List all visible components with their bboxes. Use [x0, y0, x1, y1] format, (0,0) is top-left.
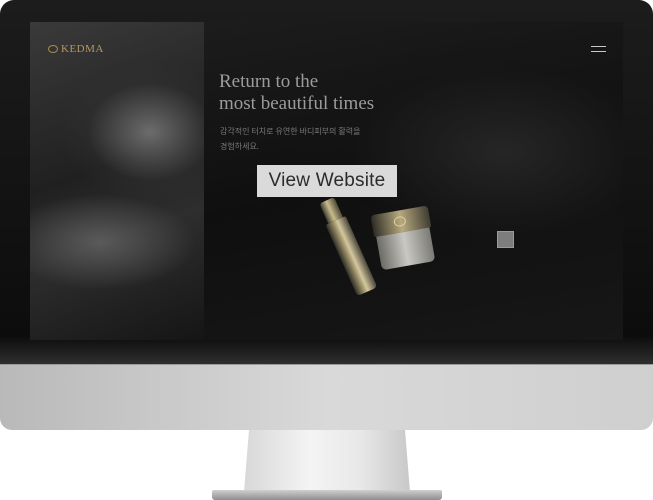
subtext-line-1: 감각적인 터치로 유연한 바디피부의 활력을 [220, 127, 361, 136]
headline-line-2: most beautiful times [219, 93, 375, 114]
hamburger-menu-icon[interactable] [591, 44, 606, 53]
monitor-stand-neck [244, 430, 410, 492]
monitor-chin [0, 364, 653, 430]
subtext-line-2: 경험하세요. [220, 142, 259, 151]
hero-subtext: 감각적인 터치로 유연한 바디피부의 활력을 경험하세요. [220, 124, 420, 154]
site-logo[interactable]: KEDMA [48, 43, 104, 55]
menu-line [591, 51, 606, 52]
hero-image-left [30, 22, 204, 340]
hero-headline: Return to the most beautiful times [219, 71, 479, 115]
menu-line [591, 46, 606, 47]
monitor-stand-base [212, 490, 442, 500]
kedma-emblem-icon [48, 45, 58, 53]
slide-indicator[interactable] [497, 231, 514, 248]
logo-text: KEDMA [61, 43, 104, 55]
view-website-button[interactable]: View Website [257, 165, 397, 197]
headline-line-1: Return to the [219, 71, 319, 92]
cream-jar-image [370, 205, 437, 272]
